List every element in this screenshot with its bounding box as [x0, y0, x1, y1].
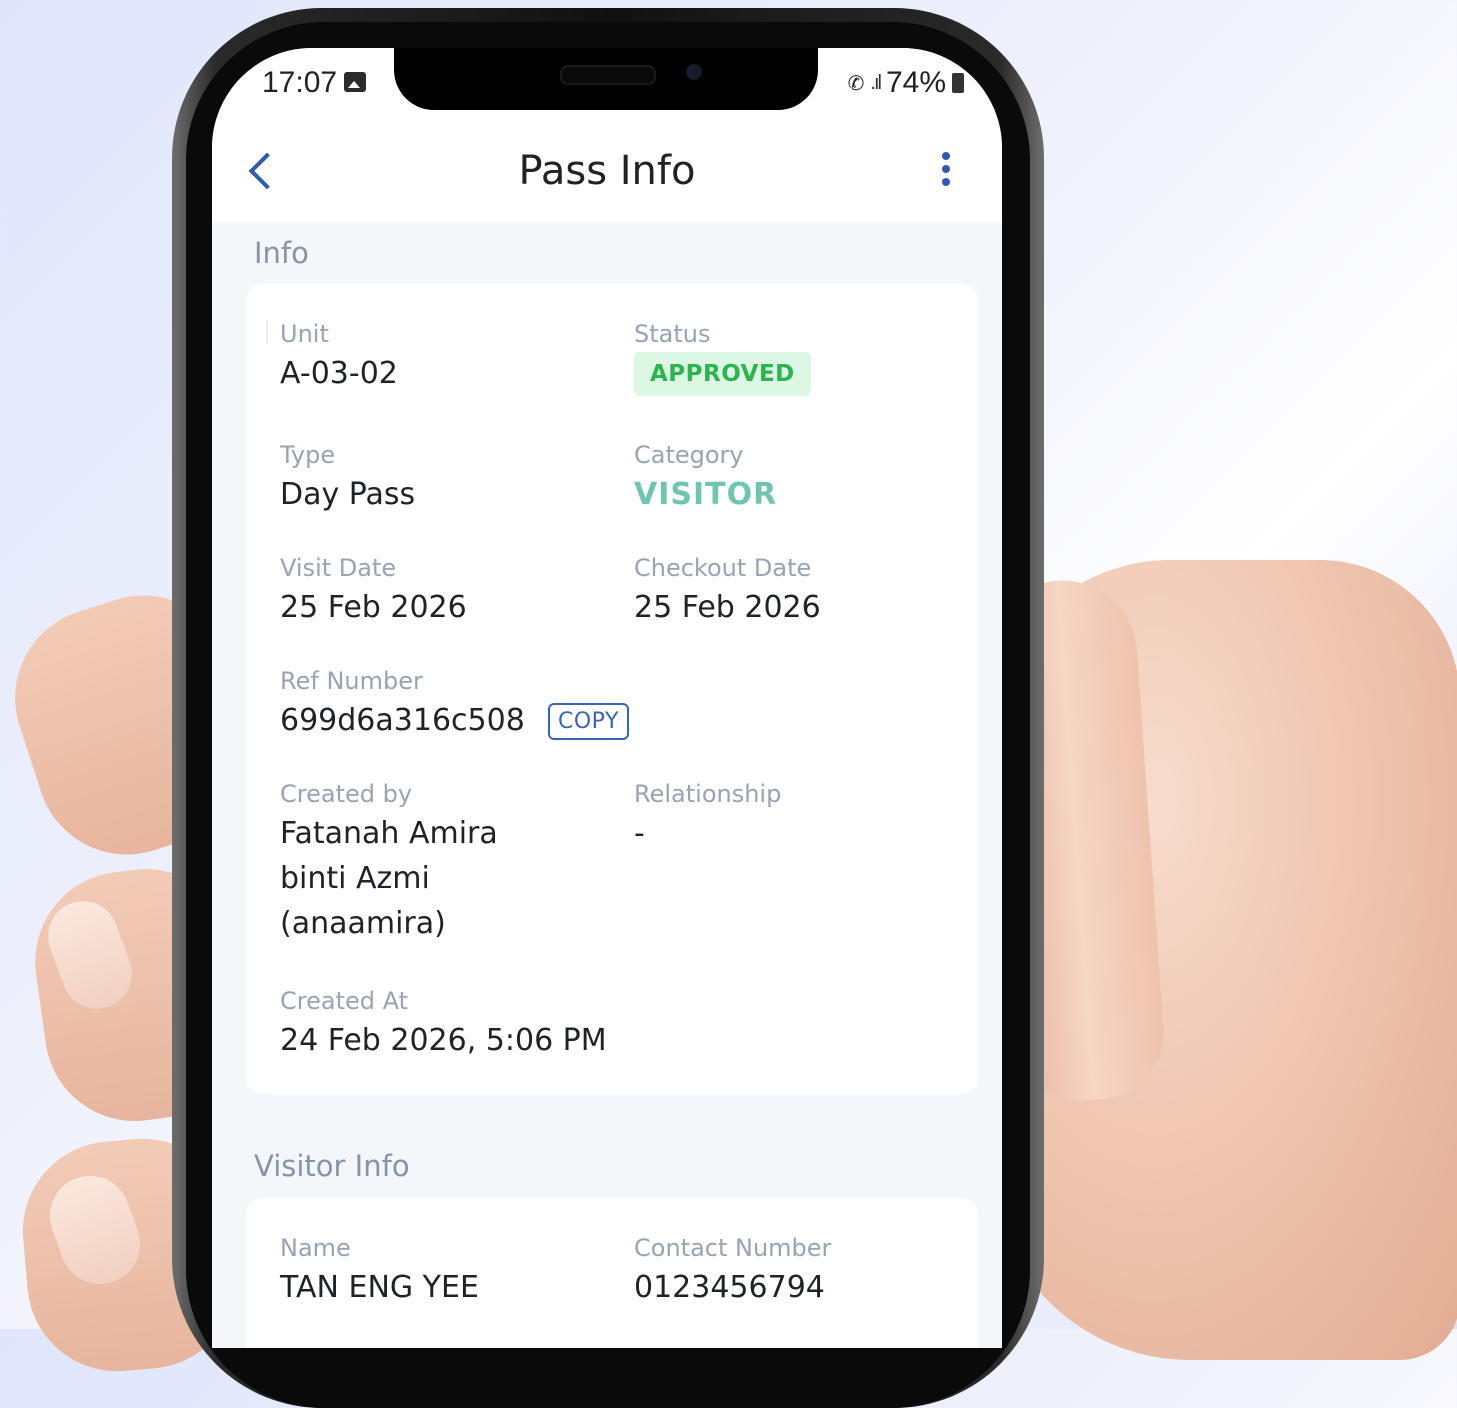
gallery-icon [344, 72, 366, 92]
status-time: 17:07 [262, 66, 338, 99]
unit-label: Unit [280, 320, 329, 348]
phone-screen: 17:07 ✆ .ıl 74% Pass Info Info Unit A-03… [212, 48, 1002, 1348]
signal-icon: .ıl [870, 71, 881, 94]
unit-value: A-03-02 [280, 356, 398, 391]
notch-speaker [560, 65, 656, 85]
status-right: ✆ .ıl 74% [848, 66, 964, 100]
ref-number-value[interactable]: 699d6a316c508 [280, 703, 525, 738]
copy-button[interactable]: COPY [548, 703, 629, 740]
created-by-line-3: (anaamira) [280, 906, 446, 941]
visitor-name-value: TAN ENG YEE [280, 1270, 479, 1305]
app-header: Pass Info [212, 138, 1002, 222]
front-camera [686, 64, 702, 80]
contact-number-label: Contact Number [634, 1234, 832, 1262]
created-by-label: Created by [280, 780, 413, 808]
card-accent-line [266, 320, 268, 344]
status-label: Status [634, 320, 711, 348]
section-label-visitor: Visitor Info [254, 1149, 410, 1183]
created-by-line-2: binti Azmi [280, 861, 430, 896]
more-vertical-icon[interactable] [934, 148, 958, 194]
type-value: Day Pass [280, 477, 416, 512]
battery-percent: 74% [885, 66, 946, 99]
visit-date-label: Visit Date [280, 554, 397, 582]
status-badge: APPROVED [634, 352, 811, 396]
section-label-info: Info [254, 236, 309, 270]
wifi-call-icon: ✆ [847, 72, 865, 95]
info-card: Unit A-03-02 Status APPROVED Type Day Pa… [246, 284, 978, 1094]
visit-date-value: 25 Feb 2026 [280, 590, 467, 625]
created-by-line-1: Fatanah Amira [280, 816, 498, 851]
type-label: Type [280, 441, 336, 469]
visitor-name-label: Name [280, 1234, 351, 1262]
created-at-value: 24 Feb 2026, 5:06 PM [280, 1023, 607, 1058]
relationship-label: Relationship [634, 780, 782, 808]
checkout-date-value: 25 Feb 2026 [634, 590, 821, 625]
relationship-value: - [634, 816, 645, 851]
category-label: Category [634, 441, 744, 469]
ref-number-label: Ref Number [280, 667, 423, 695]
checkout-date-label: Checkout Date [634, 554, 812, 582]
created-at-label: Created At [280, 987, 409, 1015]
category-value: VISITOR [634, 477, 778, 512]
battery-icon [952, 73, 964, 93]
contact-number-value[interactable]: 0123456794 [634, 1270, 825, 1305]
page-title: Pass Info [518, 148, 696, 194]
visitor-card: Name TAN ENG YEE Contact Number 01234567… [246, 1198, 978, 1348]
